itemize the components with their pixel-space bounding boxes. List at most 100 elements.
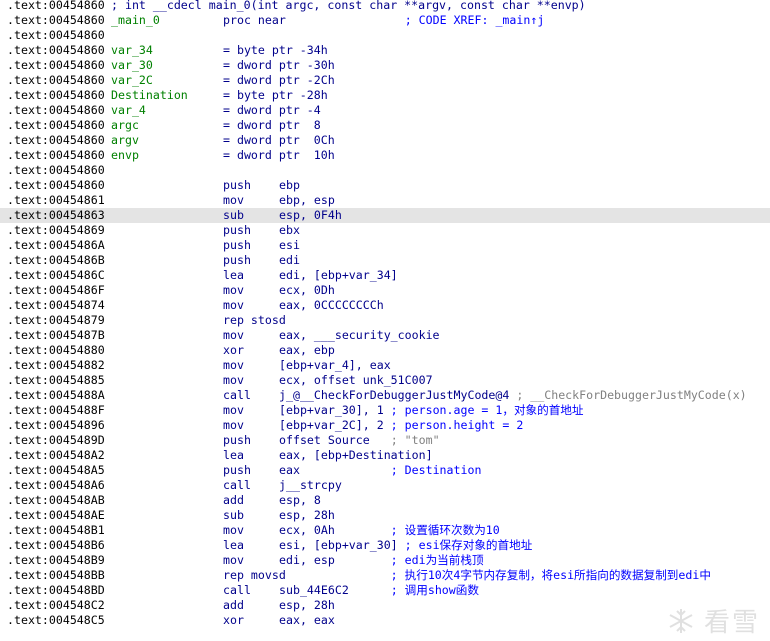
operand-text[interactable]: eax, eax [279,613,335,627]
operand-text[interactable]: eax, [ebp+Destination] [279,448,433,462]
line-operands[interactable]: ecx, offset unk_51C007 [279,373,433,388]
listing-line[interactable]: .text:004548C5 xor eax, eax [0,613,770,628]
operand-text[interactable]: esp, 28h [279,598,335,612]
listing-line[interactable]: .text:00454879 rep stosd [0,313,770,328]
line-label[interactable]: var_4 [111,103,146,118]
line-label[interactable]: var_30 [111,58,153,73]
listing-line[interactable]: .text:004548AB add esp, 8 [0,493,770,508]
listing-line[interactable]: .text:00454861 mov ebp, esp [0,193,770,208]
operand-text[interactable]: edi, [ebp+var_34] [279,268,398,282]
line-operands[interactable]: ecx, 0Dh [279,283,335,298]
listing-line[interactable]: .text:004548AE sub esp, 28h [0,508,770,523]
line-operands[interactable]: eax, eax [279,613,335,628]
listing-line[interactable]: .text:0045486B push edi [0,253,770,268]
operand-text[interactable]: eax [279,463,300,477]
line-operands[interactable]: ebp [279,178,300,193]
listing-line[interactable]: .text:00454860 envp = dword ptr 10h [0,148,770,163]
operand-text[interactable]: ecx, offset unk_51C007 [279,373,433,387]
line-label[interactable]: var_34 [111,43,153,58]
listing-line[interactable]: .text:00454860 Destination = byte ptr -28h [0,88,770,103]
line-label[interactable]: Destination [111,88,188,103]
operand-text[interactable]: ebp, esp [279,193,335,207]
line-operands[interactable]: j_@__CheckForDebuggerJustMyCode@4 ; __Ch… [279,388,747,403]
line-operands[interactable]: ; 执行10次4字节内存复制，将esi所指向的数据复制到edi中 [279,568,711,583]
operand-text[interactable]: offset Source [279,433,370,447]
listing-line[interactable]: .text:004548A2 lea eax, [ebp+Destination] [0,448,770,463]
listing-line[interactable]: .text:00454860 _main_0 proc near ; CODE XR… [0,13,770,28]
listing-line[interactable]: .text:004548C2 add esp, 28h [0,598,770,613]
listing-line[interactable]: .text:004548B9 mov edi, esp ; edi为当前栈顶 [0,553,770,568]
line-operands[interactable]: eax ; Destination [279,463,481,478]
line-operands[interactable]: ebx [279,223,300,238]
line-operands[interactable]: ; CODE XREF: _main↑j [300,13,545,28]
listing-line[interactable]: .text:00454874 mov eax, 0CCCCCCCCh [0,298,770,313]
operand-text[interactable]: esp, 0F4h [279,208,342,222]
line-operands[interactable]: eax, [ebp+Destination] [279,448,433,463]
line-operands[interactable]: [ebp+var_2C], 2 ; person.height = 2 [279,418,523,433]
listing-line[interactable]: .text:00454860 var_2C = dword ptr -2Ch [0,73,770,88]
line-operands[interactable]: esp, 8 [279,493,321,508]
line-operands[interactable]: sub_44E6C2 ; 调用show函数 [279,583,479,598]
line-label[interactable]: var_2C [111,73,153,88]
listing-line[interactable]: .text:00454860 push ebp [0,178,770,193]
listing-line[interactable]: .text:004548BD call sub_44E6C2 ; 调用show函数 [0,583,770,598]
line-operands[interactable]: eax, ___security_cookie [279,328,440,343]
listing-line[interactable]: .text:00454896 mov [ebp+var_2C], 2 ; perso… [0,418,770,433]
line-label[interactable]: envp [111,148,139,163]
line-operands[interactable]: edi, [ebp+var_34] [279,268,398,283]
line-operands[interactable]: [ebp+var_4], eax [279,358,391,373]
line-operands[interactable]: esp, 28h [279,598,335,613]
listing-line[interactable]: .text:00454860 var_4 = dword ptr -4 [0,103,770,118]
operand-text[interactable]: [ebp+var_30], 1 [279,403,384,417]
operand-text[interactable]: ebp [279,178,300,192]
listing-line[interactable]: .text:0045489D push offset Source ; "tom" [0,433,770,448]
operand-text[interactable]: edi [279,253,300,267]
listing-line[interactable]: .text:00454869 push ebx [0,223,770,238]
listing-line[interactable]: .text:0045486A push esi [0,238,770,253]
listing-line[interactable]: .text:00454860 var_34 = byte ptr -34h [0,43,770,58]
listing-line[interactable]: .text:0045488F mov [ebp+var_30], 1 ; perso… [0,403,770,418]
operand-text[interactable]: j__strcpy [279,478,342,492]
line-operands[interactable]: ebp, esp [279,193,335,208]
line-operands[interactable]: edi, esp ; edi为当前栈顶 [279,553,484,568]
listing-line[interactable]: .text:00454860 argc = dword ptr 8 [0,118,770,133]
line-operands[interactable]: esp, 0F4h [279,208,342,223]
operand-text[interactable]: esi [279,238,300,252]
operand-text[interactable]: esi, [ebp+var_30] [279,538,398,552]
operand-text[interactable]: eax, ebp [279,343,335,357]
line-label[interactable]: argc [111,118,139,133]
operand-text[interactable]: sub_44E6C2 [279,583,349,597]
disassembly-listing[interactable]: .text:00454860 ; int __cdecl main_0(int a… [0,0,770,641]
operand-text[interactable]: j_@__CheckForDebuggerJustMyCode@4 [279,388,509,402]
listing-line[interactable]: .text:00454885 mov ecx, offset unk_51C007 [0,373,770,388]
operand-text[interactable]: [ebp+var_4], eax [279,358,391,372]
listing-line[interactable]: .text:004548B1 mov ecx, 0Ah ; 设置循环次数为10 [0,523,770,538]
listing-line[interactable]: .text:0045487B mov eax, ___security_cookie [0,328,770,343]
listing-line[interactable]: .text:0045486F mov ecx, 0Dh [0,283,770,298]
listing-line[interactable]: .text:00454860 argv = dword ptr 0Ch [0,133,770,148]
line-operands[interactable]: esi, [ebp+var_30] ; esi保存对象的首地址 [279,538,532,553]
operand-text[interactable]: ebx [279,223,300,237]
operand-text[interactable]: eax, 0CCCCCCCCh [279,298,384,312]
listing-line[interactable]: .text:0045488A call j_@__CheckForDebuggerJ… [0,388,770,403]
line-operands[interactable]: [ebp+var_30], 1 ; person.age = 1，对象的首地址 [279,403,584,418]
operand-text[interactable]: edi, esp [279,553,335,567]
operand-text[interactable]: [ebp+var_2C], 2 [279,418,384,432]
operand-text[interactable]: esp, 8 [279,493,321,507]
line-label[interactable]: argv [111,133,139,148]
listing-line[interactable]: .text:0045486C lea edi, [ebp+var_34] [0,268,770,283]
line-operands[interactable]: esp, 28h [279,508,335,523]
listing-line[interactable]: .text:004548A5 push eax ; Destination [0,463,770,478]
listing-line[interactable]: .text:00454863 sub esp, 0F4h [0,208,770,223]
line-operands[interactable]: ecx, 0Ah ; 设置循环次数为10 [279,523,500,538]
operand-text[interactable]: esp, 28h [279,508,335,522]
listing-line[interactable]: .text:00454860 var_30 = dword ptr -30h [0,58,770,73]
line-operands[interactable]: j__strcpy [279,478,342,493]
listing-line[interactable]: .text:00454882 mov [ebp+var_4], eax [0,358,770,373]
operand-text[interactable]: eax, ___security_cookie [279,328,440,342]
listing-line[interactable]: .text:00454860 [0,28,770,43]
line-operands[interactable]: esi [279,238,300,253]
listing-line[interactable]: .text:004548A6 call j__strcpy [0,478,770,493]
listing-line[interactable]: .text:00454860 ; int __cdecl main_0(int a… [0,0,770,13]
listing-line[interactable]: .text:004548B6 lea esi, [ebp+var_30] ; esi… [0,538,770,553]
